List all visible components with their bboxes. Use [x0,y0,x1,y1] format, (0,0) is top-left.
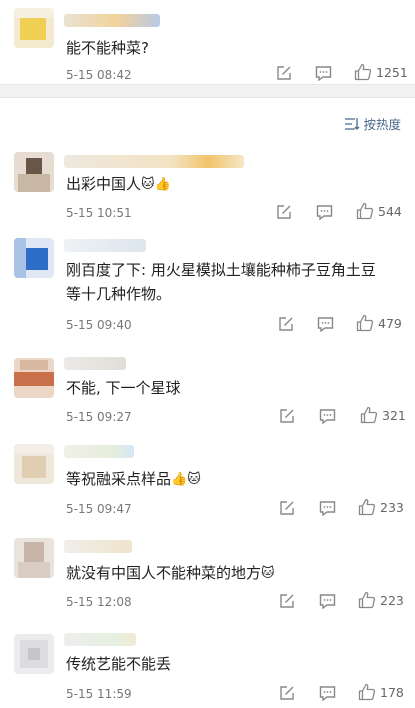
comment-item: 传统艺能不能丢 5-15 11:59 178 [0,630,415,708]
avatar[interactable] [14,238,54,278]
comment-time: 5-15 11:59 [66,687,132,701]
thumbs-up-icon [358,591,376,609]
thumbs-up-icon [360,406,378,424]
comment-time: 5-15 12:08 [66,595,132,609]
like-count: 223 [380,592,404,608]
thumbs-up-icon [354,63,372,81]
like-count: 1251 [376,64,408,80]
repost-icon[interactable] [276,65,292,81]
avatar[interactable] [14,444,54,484]
username[interactable] [64,633,136,646]
avatar[interactable] [14,152,54,192]
comment-text: 传统艺能不能丢 [66,655,172,673]
reply-icon[interactable] [316,204,333,220]
comment-time: 5-15 09:40 [66,318,132,332]
thumbs-up-icon [356,314,374,332]
repost-icon[interactable] [278,316,294,332]
like-button[interactable]: 544 [356,202,402,220]
username[interactable] [64,155,244,168]
reply-icon[interactable] [317,316,334,332]
repost-icon[interactable] [276,204,292,220]
sort-label: 按热度 [363,117,401,132]
reply-icon[interactable] [315,65,332,81]
like-button[interactable]: 1251 [354,63,408,81]
like-button[interactable]: 479 [356,314,402,332]
comment-text: 不能, 下一个星球 [66,379,181,397]
avatar[interactable] [14,8,54,48]
like-count: 321 [382,407,406,423]
repost-icon[interactable] [279,500,295,516]
comment-item: 不能, 下一个星球 5-15 09:27 321 [0,354,415,434]
emoji: 🐱👍 [141,177,171,192]
like-button[interactable]: 223 [358,591,404,609]
comment-time: 5-15 08:42 [66,68,132,82]
comment-item: 出彩中国人🐱👍 5-15 10:51 544 [0,148,415,228]
reply-icon[interactable] [319,408,336,424]
reply-icon[interactable] [319,685,336,701]
username[interactable] [64,239,146,252]
comment-text: 等祝融采点样品👍🐱 [66,467,401,492]
comment-item: 刚百度了下: 用火星模拟土壤能种柿子豆角土豆 等十几种作物。 5-15 09:4… [0,234,415,340]
avatar[interactable] [14,538,54,578]
thumbs-up-icon [358,498,376,516]
thumbs-up-icon [358,683,376,701]
like-count: 178 [380,684,404,700]
comment-text: 能不能种菜? [66,39,149,57]
like-button[interactable]: 321 [360,406,406,424]
username[interactable] [64,14,160,27]
emoji: 👍🐱 [171,472,201,487]
like-count: 544 [378,203,402,219]
thumbs-up-icon [356,202,374,220]
comment-text: 出彩中国人🐱👍 [66,172,401,197]
like-button[interactable]: 233 [358,498,404,516]
avatar[interactable] [14,634,54,674]
comment-text: 刚百度了下: 用火星模拟土壤能种柿子豆角土豆 等十几种作物。 [66,261,376,303]
comment-item: 能不能种菜? 5-15 08:42 1251 [0,4,415,82]
like-button[interactable]: 178 [358,683,404,701]
like-count: 479 [378,315,402,331]
comment-item: 等祝融采点样品👍🐱 5-15 09:47 233 [0,440,415,520]
reply-icon[interactable] [319,593,336,609]
comment-text: 就没有中国人不能种菜的地方🐱 [66,561,401,586]
comment-time: 5-15 09:47 [66,502,132,516]
sort-by-hot-button[interactable]: 按热度 [344,114,401,133]
comment-item: 就没有中国人不能种菜的地方🐱 5-15 12:08 223 [0,534,415,616]
reply-icon[interactable] [319,500,336,516]
avatar[interactable] [14,358,54,398]
username[interactable] [64,540,132,553]
repost-icon[interactable] [279,408,295,424]
repost-icon[interactable] [279,593,295,609]
username[interactable] [64,357,126,370]
username[interactable] [64,445,134,458]
sort-icon [345,117,360,130]
comment-time: 5-15 10:51 [66,206,132,220]
like-count: 233 [380,499,404,515]
section-divider [0,84,415,98]
emoji: 🐱 [261,566,275,581]
comment-time: 5-15 09:27 [66,410,132,424]
repost-icon[interactable] [279,685,295,701]
